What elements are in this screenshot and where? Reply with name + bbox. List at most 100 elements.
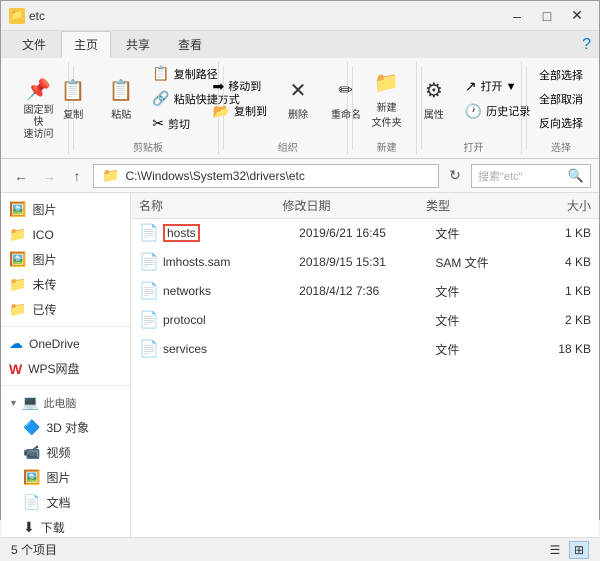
- maximize-button[interactable]: □: [533, 6, 561, 26]
- file-size-networks: 1 KB: [539, 284, 591, 298]
- sidebar-item-ico[interactable]: 📁 ICO: [1, 222, 130, 247]
- paste-button[interactable]: 📋 粘贴: [99, 71, 143, 126]
- future-icon: 📁: [9, 276, 26, 293]
- sidebar-item-sent[interactable]: 📁 已传: [1, 297, 130, 322]
- up-button[interactable]: ↑: [65, 164, 89, 188]
- sidebar-item-pictures[interactable]: 🖼️ 图片: [1, 197, 130, 222]
- file-name-lmhosts: lmhosts.sam: [163, 255, 293, 269]
- select-all-label: 全部选择: [539, 67, 583, 83]
- move-to-button[interactable]: ➡ 移动到: [208, 75, 272, 98]
- properties-button[interactable]: ⚙ 属性: [412, 71, 456, 126]
- nav-bar: ← → ↑ 📁 C:\Windows\System32\drivers\etc …: [1, 159, 599, 193]
- forward-button[interactable]: →: [37, 164, 61, 188]
- organize-buttons: ➡ 移动到 📂 复制到 ✕ 删除 ✏ 重命名: [208, 62, 368, 135]
- sidebar-item-images[interactable]: 🖼️ 图片: [1, 465, 130, 490]
- delete-button[interactable]: ✕ 删除: [276, 71, 320, 126]
- file-type-hosts: 文件: [435, 225, 533, 242]
- file-name-hosts-text: hosts: [163, 224, 200, 242]
- file-name-networks: networks: [163, 284, 293, 298]
- history-button[interactable]: 🕐 历史记录: [460, 100, 535, 123]
- sidebar-item-3dobjects[interactable]: 🔷 3D 对象: [1, 415, 130, 440]
- refresh-button[interactable]: ↻: [443, 164, 467, 188]
- col-size[interactable]: 大小: [534, 197, 591, 214]
- detail-view-button[interactable]: ⊞: [569, 541, 589, 559]
- title-controls: – □ ✕: [503, 6, 591, 26]
- address-bar[interactable]: 📁 C:\Windows\System32\drivers\etc: [93, 164, 439, 188]
- tab-file[interactable]: 文件: [9, 31, 59, 58]
- col-name[interactable]: 名称: [139, 197, 282, 214]
- sidebar-item-label: 文档: [46, 494, 70, 511]
- file-item-services[interactable]: 📄 services 文件 18 KB: [131, 335, 599, 364]
- status-bar: 5 个项目 ☰ ⊞: [1, 537, 599, 561]
- sidebar-item-wps[interactable]: W WPS网盘: [1, 356, 130, 381]
- item-count: 5 个项目: [11, 541, 57, 558]
- select-small-group: 全部选择 全部取消 反向选择: [534, 64, 588, 134]
- file-type-lmhosts: SAM 文件: [435, 254, 533, 271]
- organize-small-group: ➡ 移动到 📂 复制到: [208, 75, 272, 123]
- delete-label: 删除: [288, 106, 308, 121]
- sidebar-item-pictures2[interactable]: 🖼️ 图片: [1, 247, 130, 272]
- deselect-all-button[interactable]: 全部取消: [534, 88, 588, 110]
- copy-label: 复制: [63, 106, 83, 121]
- sidebar: 🖼️ 图片 📁 ICO 🖼️ 图片 📁 未传 📁 已传 ☁ OneDrive W…: [1, 193, 131, 537]
- select-label: 选择: [551, 135, 571, 154]
- pictures-icon: 🖼️: [9, 201, 26, 218]
- sidebar-item-onedrive[interactable]: ☁ OneDrive: [1, 331, 130, 356]
- back-button[interactable]: ←: [9, 164, 33, 188]
- sidebar-item-label: 图片: [32, 251, 56, 268]
- sidebar-item-label: 图片: [32, 201, 56, 218]
- tab-share[interactable]: 共享: [113, 31, 163, 58]
- sidebar-item-label: 未传: [32, 276, 56, 293]
- file-item-hosts[interactable]: 📄 hosts 2019/6/21 16:45 文件 1 KB: [131, 219, 599, 248]
- tab-home[interactable]: 主页: [61, 31, 111, 58]
- file-item-networks[interactable]: 📄 networks 2018/4/12 7:36 文件 1 KB: [131, 277, 599, 306]
- sidebar-item-label: 图片: [46, 469, 70, 486]
- rename-icon: ✏: [332, 76, 360, 104]
- history-icon: 🕐: [465, 103, 482, 120]
- view-controls: ☰ ⊞: [545, 541, 589, 559]
- sidebar-item-downloads[interactable]: ⬇ 下载: [1, 515, 130, 537]
- sidebar-item-label: OneDrive: [29, 337, 80, 351]
- sidebar-item-label: 已传: [32, 301, 56, 318]
- file-item-protocol[interactable]: 📄 protocol 文件 2 KB: [131, 306, 599, 335]
- open-button[interactable]: ↗ 打开 ▼: [460, 75, 535, 98]
- copy-to-label: 复制到: [234, 103, 267, 119]
- file-name-protocol: protocol: [163, 313, 293, 327]
- minimize-button[interactable]: –: [503, 6, 531, 26]
- sidebar-item-future[interactable]: 📁 未传: [1, 272, 130, 297]
- help-icon[interactable]: ?: [582, 36, 591, 54]
- open-label: 打开 ▼: [481, 78, 517, 94]
- copy-button[interactable]: 📋 复制: [51, 71, 95, 126]
- new-label: 新建: [377, 135, 397, 154]
- sidebar-item-label: 3D 对象: [46, 419, 89, 436]
- search-bar[interactable]: 搜索"etc" 🔍: [471, 164, 591, 188]
- col-date[interactable]: 修改日期: [282, 197, 425, 214]
- sidebar-item-thispc[interactable]: ▼ 💻 此电脑: [1, 390, 130, 415]
- wps-icon: W: [9, 361, 22, 377]
- select-all-button[interactable]: 全部选择: [534, 64, 588, 86]
- sidebar-item-videos[interactable]: 📹 视频: [1, 440, 130, 465]
- file-size-protocol: 2 KB: [539, 313, 591, 327]
- onedrive-icon: ☁: [9, 335, 23, 352]
- tab-view[interactable]: 查看: [165, 31, 215, 58]
- close-button[interactable]: ✕: [563, 6, 591, 26]
- 3dobjects-icon: 🔷: [23, 419, 40, 436]
- file-item-lmhosts[interactable]: 📄 lmhosts.sam 2018/9/15 15:31 SAM 文件 4 K…: [131, 248, 599, 277]
- col-type[interactable]: 类型: [426, 197, 534, 214]
- properties-icon: ⚙: [420, 76, 448, 104]
- ribbon-group-open: ⚙ 属性 ↗ 打开 ▼ 🕐 历史记录 打开: [426, 62, 523, 154]
- open-buttons: ⚙ 属性 ↗ 打开 ▼ 🕐 历史记录: [412, 62, 535, 135]
- invert-select-button[interactable]: 反向选择: [534, 112, 588, 134]
- expand-icon: ▼: [9, 398, 18, 408]
- sidebar-item-documents[interactable]: 📄 文档: [1, 490, 130, 515]
- open-icon: ↗: [465, 78, 477, 95]
- address-path: C:\Windows\System32\drivers\etc: [125, 169, 304, 183]
- delete-icon: ✕: [284, 76, 312, 104]
- paste-icon: 📋: [107, 76, 135, 104]
- move-icon: ➡: [213, 78, 225, 95]
- new-folder-button[interactable]: 📁 新建文件夹: [365, 64, 409, 134]
- list-view-button[interactable]: ☰: [545, 541, 565, 559]
- copy-to-button[interactable]: 📂 复制到: [208, 100, 272, 123]
- file-icon-networks: 📄: [139, 281, 157, 301]
- deselect-all-label: 全部取消: [539, 91, 583, 107]
